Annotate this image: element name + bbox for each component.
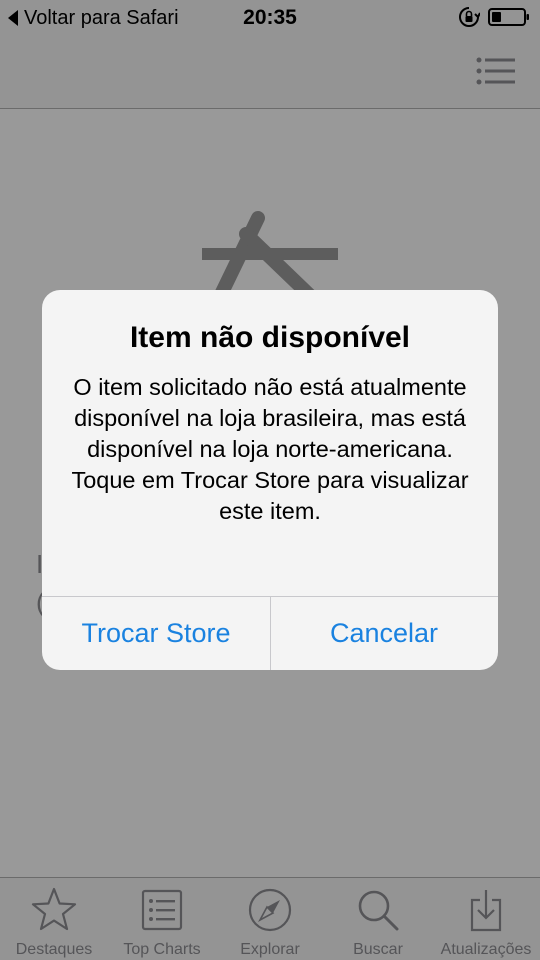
switch-store-button[interactable]: Trocar Store [42, 597, 270, 670]
alert-message: O item solicitado não está atualmente di… [71, 374, 469, 524]
unavailable-item-alert: Item não disponível O item solicitado nã… [42, 290, 498, 670]
app-store-screen: Voltar para Safari 20:35 I (Destaques T… [0, 0, 540, 960]
alert-title: Item não disponível [129, 321, 411, 354]
cancel-button[interactable]: Cancelar [270, 597, 498, 670]
